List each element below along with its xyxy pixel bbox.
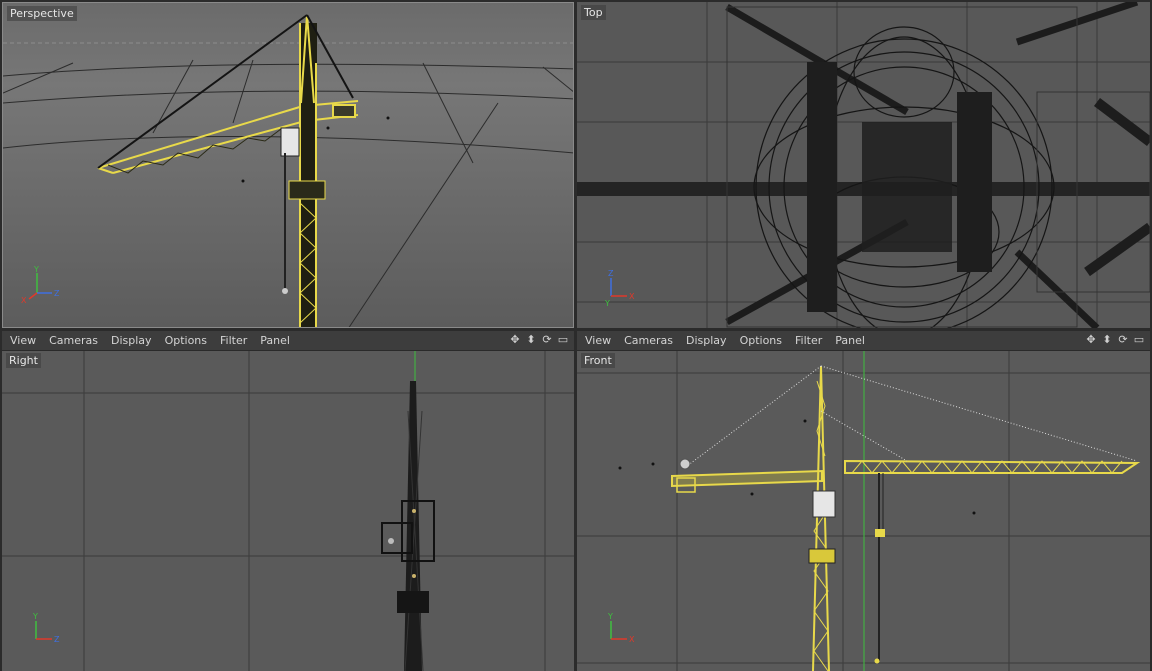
move-view-icon[interactable]: ✥: [1084, 333, 1098, 347]
panel-toggle-icon[interactable]: ▭: [556, 333, 570, 347]
top-scene: [577, 2, 1150, 328]
menu-panel[interactable]: Panel: [835, 334, 865, 347]
right-viewport[interactable]: View Cameras Display Options Filter Pane…: [2, 331, 574, 671]
menu-panel[interactable]: Panel: [260, 334, 290, 347]
view-nav-icons: ✥ ⬍ ⟳ ▭: [508, 333, 570, 347]
menu-view[interactable]: View: [10, 334, 36, 347]
axis-gizmo-right: Y Z: [16, 611, 66, 651]
viewport-label-perspective: Perspective: [7, 6, 77, 21]
right-scene: [2, 351, 574, 671]
move-view-icon[interactable]: ✥: [508, 333, 522, 347]
axis-label-y: Y: [604, 299, 610, 308]
viewport-label-front: Front: [581, 353, 615, 368]
panel-toggle-icon[interactable]: ▭: [1132, 333, 1146, 347]
rotate-view-icon[interactable]: ⟳: [540, 333, 554, 347]
axis-label-z: Z: [54, 635, 60, 644]
viewport-label-right: Right: [6, 353, 41, 368]
axis-label-x: X: [629, 292, 635, 301]
viewport-label-top: Top: [581, 5, 606, 20]
menu-filter[interactable]: Filter: [220, 334, 247, 347]
axis-label-y: Y: [32, 612, 38, 621]
zoom-view-icon[interactable]: ⬍: [524, 333, 538, 347]
crane-tower: [299, 14, 317, 327]
menubar-front: View Cameras Display Options Filter Pane…: [577, 331, 1150, 351]
menubar-right: View Cameras Display Options Filter Pane…: [2, 331, 574, 351]
right-viewport-body: Right Y Z: [2, 351, 574, 671]
axis-label-x: X: [629, 635, 635, 644]
perspective-viewport[interactable]: Perspective Y Z X: [2, 2, 574, 328]
axis-gizmo-top: Z X Y: [591, 268, 641, 308]
rotate-view-icon[interactable]: ⟳: [1116, 333, 1130, 347]
menu-display[interactable]: Display: [111, 334, 152, 347]
menu-view[interactable]: View: [585, 334, 611, 347]
menu-display[interactable]: Display: [686, 334, 727, 347]
axis-label-x: X: [21, 296, 27, 305]
front-scene: [577, 351, 1150, 671]
menu-filter[interactable]: Filter: [795, 334, 822, 347]
axis-gizmo-perspective: Y Z X: [17, 265, 67, 305]
axis-label-z: Z: [608, 269, 614, 278]
axis-label-y: Y: [607, 612, 613, 621]
axis-label-z: Z: [54, 289, 60, 298]
front-viewport-body: Front Y X: [577, 351, 1150, 671]
menu-options[interactable]: Options: [165, 334, 207, 347]
menu-cameras[interactable]: Cameras: [624, 334, 673, 347]
menu-options[interactable]: Options: [740, 334, 782, 347]
axis-gizmo-front: Y X: [591, 611, 641, 651]
zoom-view-icon[interactable]: ⬍: [1100, 333, 1114, 347]
front-viewport[interactable]: View Cameras Display Options Filter Pane…: [577, 331, 1150, 671]
top-viewport[interactable]: Top Z X Y: [577, 2, 1150, 328]
view-nav-icons: ✥ ⬍ ⟳ ▭: [1084, 333, 1146, 347]
axis-label-y: Y: [33, 265, 39, 274]
perspective-scene: [3, 3, 573, 327]
menu-cameras[interactable]: Cameras: [49, 334, 98, 347]
